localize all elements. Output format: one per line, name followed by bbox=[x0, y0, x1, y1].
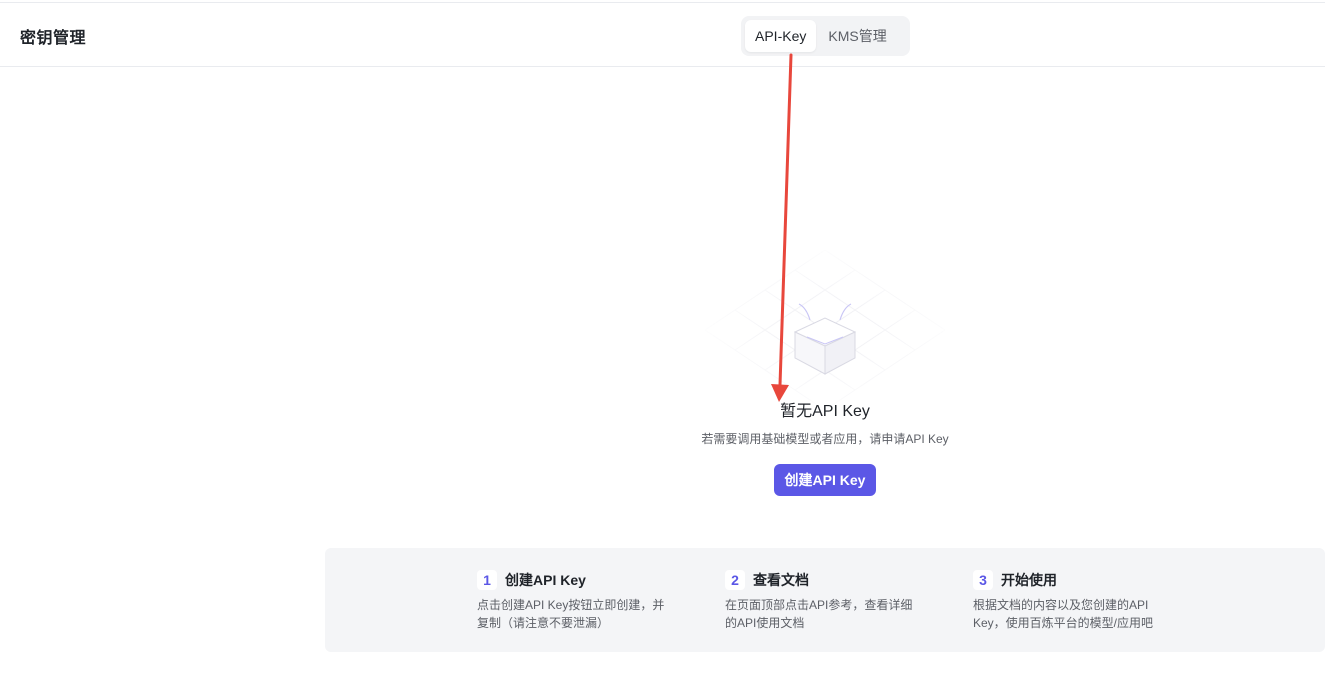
step-start: 3 开始使用 根据文档的内容以及您创建的API Key，使用百炼平台的模型/应用… bbox=[973, 570, 1168, 632]
step-docs: 2 查看文档 在页面顶部点击API参考，查看详细 的API使用文档 bbox=[725, 570, 920, 632]
page: 密钥管理 API-Key KMS管理 暂无API Key 若需要调用基础模型或者… bbox=[0, 0, 1325, 690]
step-title: 查看文档 bbox=[753, 572, 809, 588]
steps-panel: 1 创建API Key 点击创建API Key按钮立即创建，并 复制（请注意不要… bbox=[325, 548, 1325, 652]
step-description: 在页面顶部点击API参考，查看详细 的API使用文档 bbox=[725, 598, 913, 630]
step-create: 1 创建API Key 点击创建API Key按钮立即创建，并 复制（请注意不要… bbox=[477, 570, 672, 632]
tab-api-key[interactable]: API-Key bbox=[745, 20, 817, 52]
empty-description: 若需要调用基础模型或者应用，请申请API Key bbox=[701, 432, 949, 446]
step-title: 开始使用 bbox=[1001, 572, 1057, 588]
tab-switcher: API-Key KMS管理 bbox=[741, 16, 910, 56]
header-bar: 密钥管理 API-Key KMS管理 bbox=[0, 3, 1325, 67]
page-title: 密钥管理 bbox=[20, 30, 87, 47]
step-title: 创建API Key bbox=[505, 572, 586, 588]
step-description: 根据文档的内容以及您创建的API Key，使用百炼平台的模型/应用吧 bbox=[973, 598, 1154, 630]
step-description: 点击创建API Key按钮立即创建，并 复制（请注意不要泄漏） bbox=[477, 598, 665, 630]
empty-title: 暂无API Key bbox=[780, 403, 870, 420]
step-number: 3 bbox=[973, 570, 993, 590]
empty-box-icon bbox=[695, 240, 960, 420]
tab-kms[interactable]: KMS管理 bbox=[818, 20, 896, 52]
step-number: 2 bbox=[725, 570, 745, 590]
step-number: 1 bbox=[477, 570, 497, 590]
create-api-key-button[interactable]: 创建API Key bbox=[774, 464, 876, 496]
